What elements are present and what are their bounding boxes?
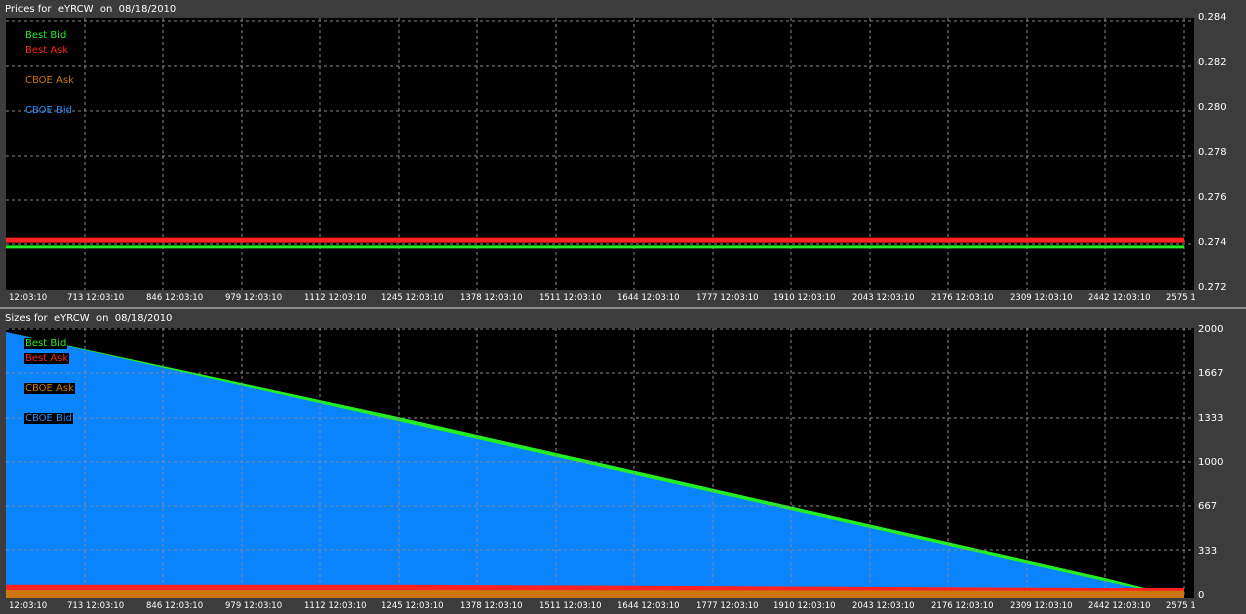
x-tick-label: 1910 12:03:10 xyxy=(773,601,836,611)
x-tick-label: 2442 12:03:10 xyxy=(1088,293,1151,303)
y-tick-label: 0.284 xyxy=(1198,12,1227,23)
x-tick-label: 979 12:03:10 xyxy=(225,293,283,303)
x-tick-label: 2309 12:03:10 xyxy=(1010,601,1073,611)
x-tick-label: 1378 12:03:10 xyxy=(460,601,523,611)
y-tick-label: 0.274 xyxy=(1198,237,1227,248)
x-tick-label: 1644 12:03:10 xyxy=(617,601,680,611)
y-tick-label: 667 xyxy=(1198,501,1218,513)
y-tick-label: 1667 xyxy=(1198,368,1224,380)
x-tick-label: 2309 12:03:10 xyxy=(1010,293,1073,303)
y-tick-label: 0.282 xyxy=(1198,57,1227,68)
legend-item-cboe-bid: CBOE Bid xyxy=(24,413,74,424)
x-tick-label: 713 12:03:10 xyxy=(67,601,125,611)
x-tick-label: 1511 12:03:10 xyxy=(539,293,602,303)
x-tick-label: 1777 12:03:10 xyxy=(696,293,759,303)
x-tick-label: 1777 12:03:10 xyxy=(696,601,759,611)
x-tick-label: 2575 1 xyxy=(1166,293,1196,303)
x-tick-label: 2043 12:03:10 xyxy=(852,601,915,611)
x-tick-label: 1644 12:03:10 xyxy=(617,293,680,303)
legend-item-best-bid: Best Bid xyxy=(24,338,68,349)
legend-item-cboe-ask: CBOE Ask xyxy=(24,383,75,394)
x-tick-label: 1910 12:03:10 xyxy=(773,293,836,303)
y-tick-label: 2000 xyxy=(1198,324,1224,335)
y-tick-label: 0.280 xyxy=(1198,102,1227,113)
prices-panel: Prices for eYRCW on 08/18/2010 Best Bid B… xyxy=(0,0,1246,307)
sizes-plot-area: Best Bid Best Ask CBOE Ask CBOE Bid xyxy=(6,328,1194,598)
legend-item-cboe-ask: CBOE Ask xyxy=(25,75,74,86)
x-tick-label: 1511 12:03:10 xyxy=(539,601,602,611)
y-tick-label: 1333 xyxy=(1198,412,1224,424)
prices-chart xyxy=(6,18,1194,290)
y-tick-label: 333 xyxy=(1198,545,1218,557)
x-tick-label: 2442 12:03:10 xyxy=(1088,601,1151,611)
x-tick-label: 1245 12:03:10 xyxy=(381,293,444,303)
x-tick-label: 12:03:10 xyxy=(9,293,48,303)
y-tick-label: 0.278 xyxy=(1198,147,1227,158)
x-tick-label: 2575 1 xyxy=(1166,601,1196,611)
legend-item-cboe-bid: CBOE Bid xyxy=(25,105,73,116)
legend-item-best-ask: Best Ask xyxy=(24,353,70,364)
y-tick-label: 0.272 xyxy=(1198,282,1227,293)
x-tick-label: 846 12:03:10 xyxy=(146,293,204,303)
series-area-cboe-ask xyxy=(6,590,1184,598)
prices-panel-title: Prices for eYRCW on 08/18/2010 xyxy=(5,4,177,15)
x-tick-label: 2176 12:03:10 xyxy=(931,293,994,303)
x-tick-label: 2043 12:03:10 xyxy=(852,293,915,303)
y-tick-label: 0 xyxy=(1198,590,1205,601)
x-tick-label: 1378 12:03:10 xyxy=(460,293,523,303)
y-tick-label: 1000 xyxy=(1198,457,1224,468)
x-tick-label: 1245 12:03:10 xyxy=(381,601,444,611)
legend-item-best-bid: Best Bid xyxy=(25,30,67,41)
x-tick-label: 979 12:03:10 xyxy=(225,601,283,611)
x-tick-label: 2176 12:03:10 xyxy=(931,601,994,611)
x-tick-label: 1112 12:03:10 xyxy=(304,601,367,611)
sizes-panel-title: Sizes for eYRCW on 08/18/2010 xyxy=(5,313,173,324)
y-tick-label: 0.276 xyxy=(1198,192,1227,203)
x-tick-label: 713 12:03:10 xyxy=(67,293,125,303)
prices-plot-area: Best Bid Best Ask CBOE Ask CBOE Bid xyxy=(6,18,1194,290)
x-tick-label: 846 12:03:10 xyxy=(146,601,204,611)
sizes-panel: Sizes for eYRCW on 08/18/2010 Best Bid Be… xyxy=(0,309,1246,614)
x-tick-label: 12:03:10 xyxy=(9,601,48,611)
x-tick-label: 1112 12:03:10 xyxy=(304,293,367,303)
legend-item-best-ask: Best Ask xyxy=(25,45,69,56)
sizes-chart xyxy=(6,328,1194,598)
